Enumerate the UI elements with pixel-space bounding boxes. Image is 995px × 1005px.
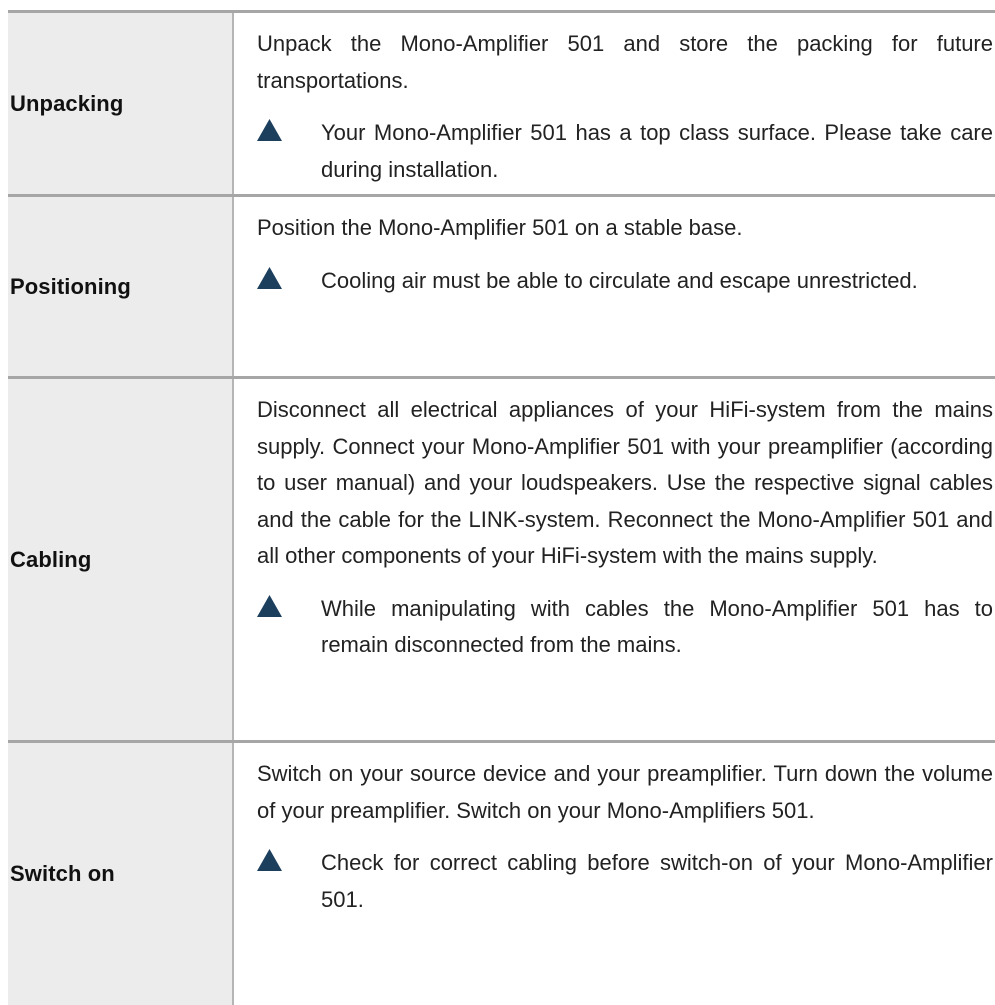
section-label-cell: Switch on [8,743,234,1005]
section-label: Unpacking [10,90,124,116]
section-unpacking: Unpacking Unpack the Mono-Amplifier 501 … [8,13,995,194]
warning-triangle-icon [257,594,282,617]
warning-text: Your Mono-Amplifier 501 has a top class … [321,120,993,182]
section-paragraph: Position the Mono-Amplifier 501 on a sta… [257,215,743,240]
section-paragraph: Disconnect all electrical appliances of … [257,397,993,568]
warning-note: Check for correct cabling before switch-… [257,845,993,918]
warning-triangle-icon [257,266,282,289]
section-label-cell: Cabling [8,379,234,740]
section-label: Positioning [10,273,131,299]
warning-note: Your Mono-Amplifier 501 has a top class … [257,115,993,188]
section-content: Unpack the Mono-Amplifier 501 and store … [234,13,995,194]
section-label: Switch on [10,861,115,886]
section-paragraph: Unpack the Mono-Amplifier 501 and store … [257,31,993,93]
warning-text: Check for correct cabling before switch-… [321,850,993,912]
warning-triangle-icon [257,849,282,871]
warning-text: Cooling air must be able to circulate an… [321,267,918,293]
section-label-cell: Positioning [8,197,234,376]
instructions-table: Unpacking Unpack the Mono-Amplifier 501 … [8,10,995,1005]
section-content: Position the Mono-Amplifier 501 on a sta… [234,197,995,376]
section-label-cell: Unpacking [8,13,234,194]
warning-text: While manipulating with cables the Mono-… [321,595,993,658]
section-positioning: Positioning Position the Mono-Amplifier … [8,197,995,376]
warning-note: Cooling air must be able to circulate an… [257,263,993,300]
section-switch-on: Switch on Switch on your source device a… [8,743,995,1005]
section-content: Switch on your source device and your pr… [234,743,995,1005]
section-cabling: Cabling Disconnect all electrical applia… [8,379,995,740]
warning-triangle-icon [257,119,282,141]
warning-note: While manipulating with cables the Mono-… [257,591,993,664]
section-content: Disconnect all electrical appliances of … [234,379,995,740]
section-paragraph: Switch on your source device and your pr… [257,761,993,823]
section-label: Cabling [10,546,92,572]
